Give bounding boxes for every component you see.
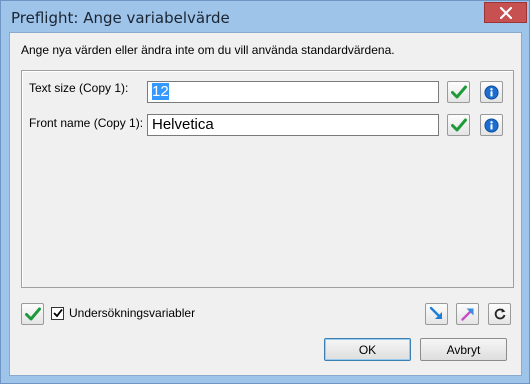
text-size-value: 12 (152, 83, 169, 100)
confirm-text-size-button[interactable] (447, 81, 470, 103)
green-checkmark-icon (24, 307, 41, 321)
close-icon (499, 6, 512, 19)
import-button[interactable] (425, 303, 448, 325)
cancel-button[interactable]: Avbryt (420, 338, 507, 361)
reset-button[interactable] (488, 303, 511, 325)
font-name-input[interactable]: Helvetica (147, 114, 439, 136)
text-size-input[interactable]: 12 (147, 81, 439, 103)
instruction-text: Ange nya värden eller ändra inte om du v… (21, 43, 395, 57)
title-bar[interactable]: Preflight: Ange variabelvärde (1, 1, 529, 33)
info-icon (484, 117, 499, 133)
info-icon (484, 84, 499, 100)
green-checkmark-icon (450, 85, 467, 99)
survey-variables-checkbox-group[interactable]: Undersökningsvariabler (51, 306, 195, 320)
reset-icon (494, 308, 505, 320)
import-arrow-icon (429, 306, 442, 319)
export-arrow-icon (460, 308, 473, 321)
export-button[interactable] (456, 303, 479, 325)
green-checkmark-icon (450, 118, 467, 132)
confirm-all-button[interactable] (21, 303, 44, 325)
survey-variables-label: Undersökningsvariabler (69, 306, 196, 320)
dialog-body: Ange nya värden eller ändra inte om du v… (9, 32, 522, 376)
confirm-font-name-button[interactable] (447, 114, 470, 136)
survey-variables-checkbox[interactable] (51, 306, 64, 320)
variables-panel: Text size (Copy 1): 12 Front name (Copy … (21, 70, 514, 288)
info-text-size-button[interactable] (480, 81, 503, 103)
font-name-label: Front name (Copy 1): (29, 116, 144, 130)
close-button[interactable] (484, 2, 527, 23)
text-size-label: Text size (Copy 1): (29, 81, 129, 95)
ok-button[interactable]: OK (324, 338, 411, 361)
checkmark-icon (52, 308, 63, 318)
info-font-name-button[interactable] (480, 114, 503, 136)
window-title: Preflight: Ange variabelvärde (11, 9, 230, 27)
dialog-window: Preflight: Ange variabelvärde Ange nya v… (0, 0, 530, 384)
